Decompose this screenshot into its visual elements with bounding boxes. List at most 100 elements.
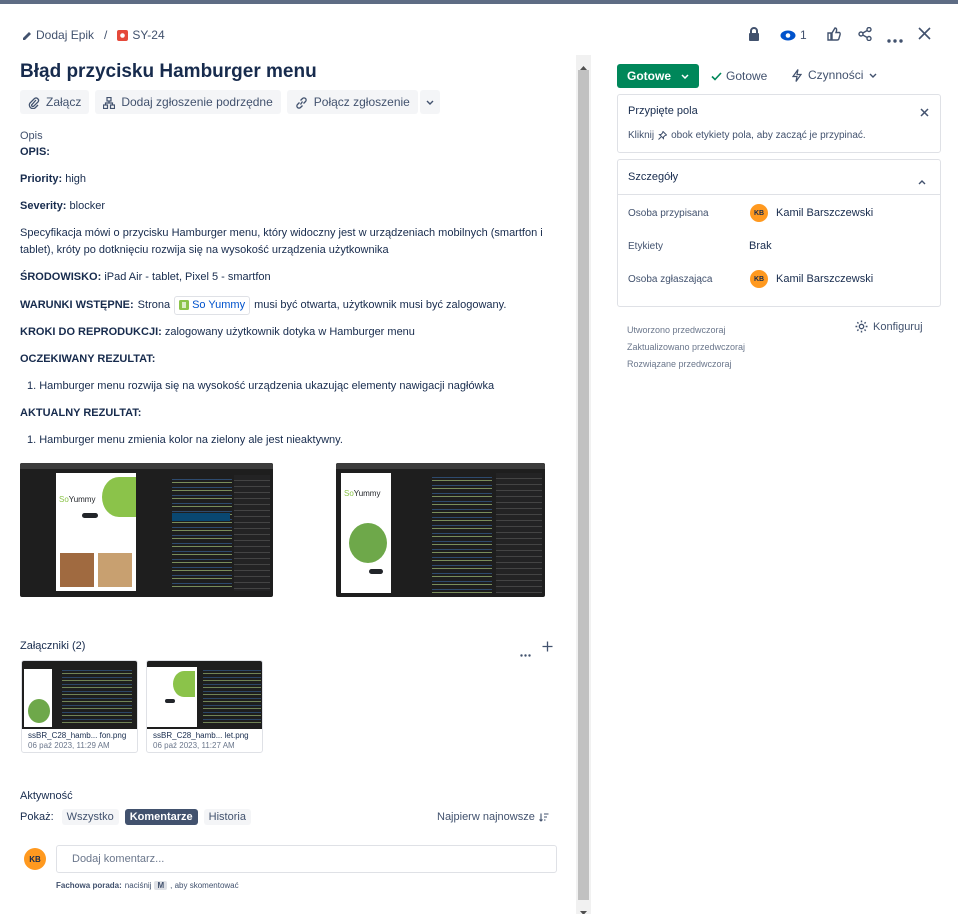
breadcrumb: Dodaj Epik / SY-24 bbox=[22, 28, 165, 42]
issue-key-link[interactable]: SY-24 bbox=[132, 28, 164, 42]
screenshot-phone-page-2: SoYummy bbox=[341, 473, 391, 593]
thumbnail-code-1 bbox=[62, 667, 132, 725]
embedded-screenshot-tablet[interactable]: SoYummy bbox=[20, 463, 273, 597]
check-icon bbox=[711, 69, 722, 83]
details-panel: Szczegóły Osoba przypisana KB Kamil Bars… bbox=[617, 159, 941, 307]
status-label: Gotowe bbox=[627, 69, 671, 83]
filter-comments[interactable]: Komentarze bbox=[124, 809, 198, 825]
steps-key: KROKI DO REPRODUKCJI: bbox=[20, 326, 162, 338]
pre-value-2: musi być otwarta, użytkownik musi być za… bbox=[254, 299, 507, 311]
reporter-field[interactable]: KB Kamil Barszczewski bbox=[750, 270, 873, 288]
add-child-issue-button[interactable]: Dodaj zgłoszenie podrzędne bbox=[95, 90, 281, 114]
expected-key: OCZEKIWANY REZULTAT: bbox=[20, 353, 156, 365]
tip-pre: naciśnij bbox=[124, 881, 152, 890]
lock-icon[interactable] bbox=[748, 27, 760, 44]
link-issue-group: Połącz zgłoszenie bbox=[286, 90, 440, 114]
labels-value[interactable]: Brak bbox=[749, 240, 772, 252]
timestamps: Utworzono przedwczoraj Zaktualizowano pr… bbox=[627, 322, 745, 373]
screenshot-cta-2 bbox=[369, 569, 383, 574]
hint-post: obok etykiety pola, aby zacząć je przypi… bbox=[671, 130, 866, 141]
paperclip-icon bbox=[28, 95, 40, 109]
env-key: ŚRODOWISKO: bbox=[20, 271, 102, 283]
actual-item: 1. Hamburger menu zmienia kolor na zielo… bbox=[27, 434, 343, 446]
assignee-label: Osoba przypisana bbox=[628, 208, 709, 219]
description-section[interactable]: Opis OPIS: Priority: high Severity: bloc… bbox=[20, 128, 560, 449]
add-epic-link[interactable]: Dodaj Epik bbox=[36, 28, 94, 42]
watch-button[interactable]: 1 bbox=[780, 28, 807, 42]
issue-title[interactable]: Błąd przycisku Hamburger menu bbox=[20, 61, 317, 83]
sort-toggle[interactable]: Najpierw najnowsze bbox=[437, 811, 549, 823]
activity-filters: Pokaż: Wszystko Komentarze Historia bbox=[20, 809, 251, 825]
activity-title: Aktywność bbox=[20, 790, 73, 802]
scroll-down-arrow-icon[interactable] bbox=[580, 904, 587, 914]
status-dropdown-button[interactable]: Gotowe bbox=[617, 64, 699, 88]
attachment-date-1: 06 paź 2023, 11:29 AM bbox=[28, 741, 110, 750]
pinned-fields-panel: Przypięte pola Kliknij obok etykiety pol… bbox=[617, 94, 941, 153]
attachment-card-2[interactable]: ssBR_C28_hamb... let.png 06 paź 2023, 11… bbox=[146, 660, 263, 753]
filter-history[interactable]: Historia bbox=[203, 809, 251, 825]
screenshot-cta bbox=[82, 513, 98, 518]
brand-yummy: Yummy bbox=[68, 495, 96, 504]
filter-all[interactable]: Wszystko bbox=[61, 809, 119, 825]
gear-icon bbox=[855, 320, 868, 333]
details-header[interactable]: Szczegóły bbox=[618, 160, 940, 195]
attach-button[interactable]: Załącz bbox=[20, 90, 90, 114]
issue-toolbar: Załącz Dodaj zgłoszenie podrzędne Połącz… bbox=[20, 90, 440, 114]
resolved-text: Rozwiązane przedwczoraj bbox=[627, 359, 732, 369]
close-icon[interactable] bbox=[920, 106, 929, 120]
brand-yummy-2: Yummy bbox=[353, 489, 381, 498]
chevron-up-icon[interactable] bbox=[918, 174, 926, 188]
attachment-thumbnail-1 bbox=[22, 661, 137, 729]
desc-priority: Priority: high bbox=[20, 171, 560, 188]
opis-heading: OPIS: bbox=[20, 146, 50, 158]
configure-button[interactable]: Konfiguruj bbox=[855, 320, 923, 333]
updated-text: Zaktualizowano przedwczoraj bbox=[627, 342, 746, 352]
page-favicon-icon bbox=[179, 297, 190, 314]
description-label: Opis bbox=[20, 130, 43, 142]
desc-opis: OPIS: bbox=[20, 144, 560, 161]
hint-pre: Kliknij bbox=[628, 130, 655, 141]
screenshot-code-panel bbox=[172, 475, 232, 591]
attach-label: Załącz bbox=[46, 95, 82, 109]
screenshot-salad-image bbox=[102, 477, 136, 517]
pin-icon bbox=[658, 130, 668, 141]
thumbnail-cta-2 bbox=[165, 699, 175, 703]
more-actions-icon[interactable] bbox=[887, 32, 903, 46]
attachment-caption-1: ssBR_C28_hamb... fon.png 06 paź 2023, 11… bbox=[22, 729, 137, 752]
link-issue-label: Połącz zgłoszenie bbox=[313, 95, 410, 109]
hierarchy-icon bbox=[103, 95, 116, 109]
current-user-avatar: KB bbox=[24, 848, 46, 870]
env-value: iPad Air - tablet, Pixel 5 - smartfon bbox=[104, 271, 271, 283]
close-icon[interactable] bbox=[918, 27, 931, 43]
comment-input[interactable]: Dodaj komentarz... bbox=[56, 845, 557, 873]
attachment-card-1[interactable]: ssBR_C28_hamb... fon.png 06 paź 2023, 11… bbox=[21, 660, 138, 753]
attachments-more-icon[interactable] bbox=[520, 646, 531, 660]
share-icon[interactable] bbox=[858, 26, 872, 44]
add-attachment-icon[interactable] bbox=[542, 641, 553, 655]
screenshot-brand-2: SoYummy bbox=[344, 489, 380, 498]
pre-key: WARUNKI WSTĘPNE: bbox=[20, 299, 134, 311]
add-child-label: Dodaj zgłoszenie podrzędne bbox=[121, 95, 273, 109]
attachment-name-2: ssBR_C28_hamb... let.png bbox=[153, 731, 249, 740]
soyummy-link[interactable]: So Yummy bbox=[174, 296, 251, 315]
pre-value-1: Strona bbox=[137, 299, 171, 311]
tip-post: , aby skomentować bbox=[170, 881, 239, 890]
thumbs-up-icon[interactable] bbox=[827, 27, 841, 44]
link-issue-button[interactable]: Połącz zgłoszenie bbox=[286, 90, 418, 114]
main-scrollbar-thumb[interactable] bbox=[578, 70, 589, 900]
embedded-screenshot-phone[interactable]: SoYummy bbox=[336, 463, 545, 597]
actual-key: AKTUALNY REZULTAT: bbox=[20, 407, 142, 419]
scroll-up-arrow-icon[interactable] bbox=[580, 59, 587, 73]
thumbnail-code-2 bbox=[203, 667, 261, 725]
actions-dropdown[interactable]: Czynności bbox=[792, 68, 877, 83]
assignee-field[interactable]: KB Kamil Barszczewski bbox=[750, 204, 873, 222]
priority-key: Priority: bbox=[20, 173, 63, 185]
desc-steps: KROKI DO REPRODUKCJI: zalogowany użytkow… bbox=[20, 324, 560, 341]
screenshot-code-panel-2 bbox=[432, 473, 492, 593]
pinned-hint: Kliknij obok etykiety pola, aby zacząć j… bbox=[628, 130, 866, 141]
tip-key: M bbox=[154, 881, 168, 890]
tip-bold: Fachowa porada: bbox=[56, 881, 122, 890]
attachment-thumbnail-2 bbox=[147, 661, 262, 729]
toolbar-more-dropdown[interactable] bbox=[419, 90, 440, 114]
configure-label: Konfiguruj bbox=[873, 320, 923, 333]
